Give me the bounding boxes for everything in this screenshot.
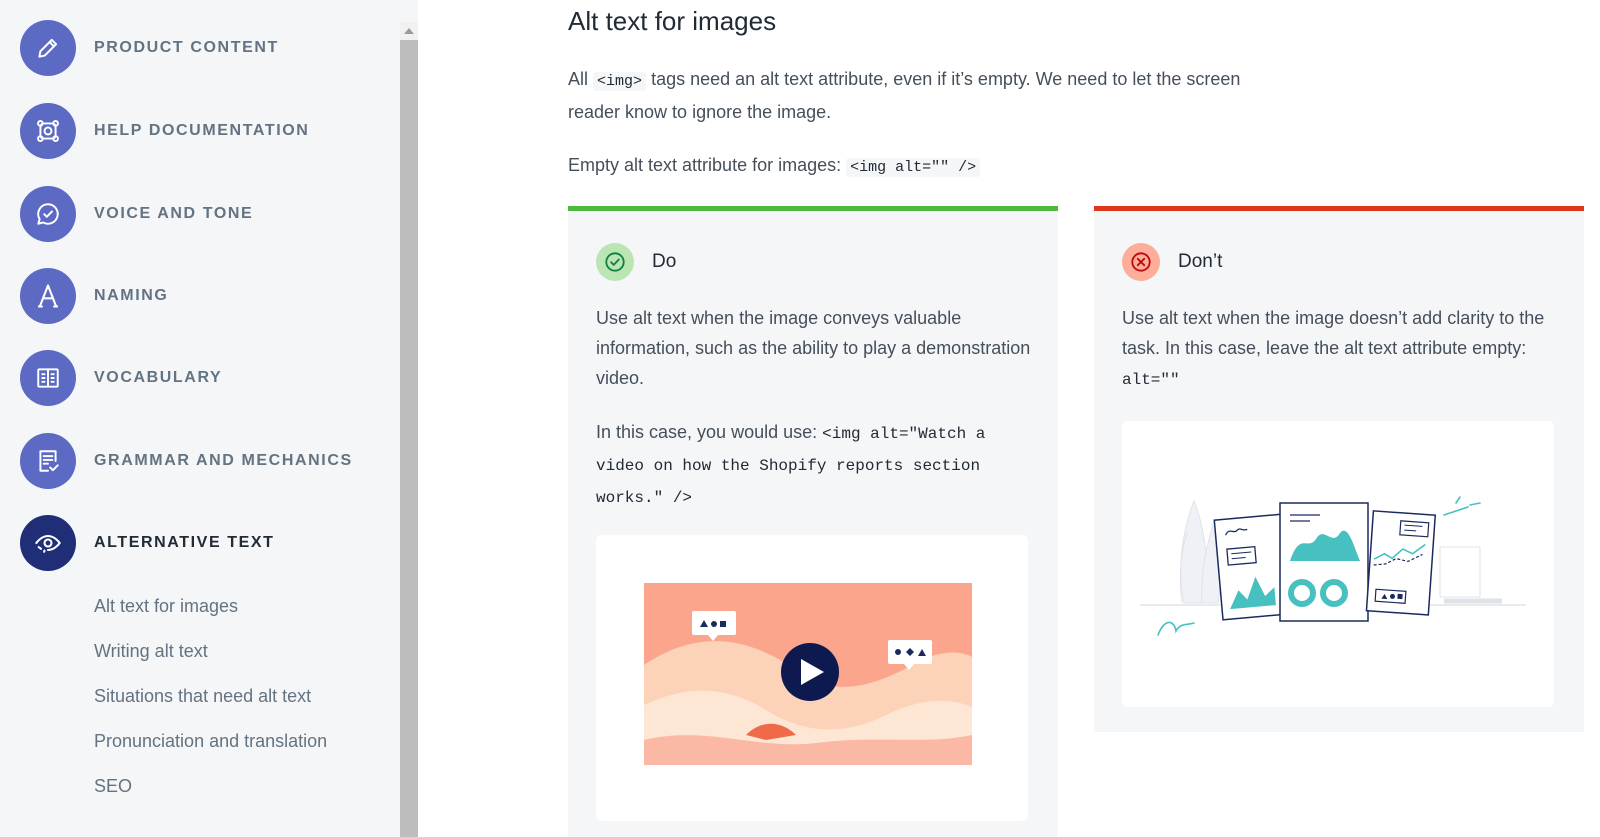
sidebar-item-label: Voice and tone xyxy=(94,205,254,222)
sidebar-item-label: Product content xyxy=(94,39,279,56)
intro-code: <img> xyxy=(593,72,647,91)
checklist-icon xyxy=(20,433,76,489)
dont-label: Don’t xyxy=(1178,251,1223,272)
do-example-prefix: In this case, you would use: xyxy=(596,422,818,442)
subnav-alt-text-for-images[interactable]: Alt text for images xyxy=(94,592,327,637)
do-card: Do Use alt text when the image conveys v… xyxy=(568,206,1058,837)
sidebar-item-help-documentation[interactable]: Help documentation xyxy=(20,103,309,159)
sidebar-item-alternative-text[interactable]: Alternative text xyxy=(20,515,275,571)
sidebar-item-vocabulary[interactable]: Vocabulary xyxy=(20,350,222,406)
sidebar-item-grammar-and-mechanics[interactable]: Grammar and mechanics xyxy=(20,433,353,489)
video-illustration xyxy=(596,535,1028,821)
scroll-up-icon[interactable] xyxy=(404,28,414,34)
do-text: Use alt text when the image conveys valu… xyxy=(596,308,1031,388)
subnav-writing-alt-text[interactable]: Writing alt text xyxy=(94,637,327,682)
sidebar-item-naming[interactable]: Naming xyxy=(20,268,168,324)
sidebar-scrollbar[interactable] xyxy=(400,22,418,837)
sidebar-item-label: Grammar and mechanics xyxy=(94,452,353,469)
scrollbar-thumb[interactable] xyxy=(400,40,418,837)
x-circle-icon xyxy=(1122,243,1160,281)
dont-card: Don’t Use alt text when the image doesn’… xyxy=(1094,206,1584,732)
dont-header: Don’t xyxy=(1122,243,1222,281)
intro-paragraph: All <img> tags need an alt text attribut… xyxy=(568,64,1248,127)
sidebar-item-label: Vocabulary xyxy=(94,369,223,386)
sidebar-item-voice-and-tone[interactable]: Voice and tone xyxy=(20,186,253,242)
chat-check-icon xyxy=(20,186,76,242)
sidebar-item-label: Alternative text xyxy=(94,534,275,551)
book-icon xyxy=(20,350,76,406)
check-circle-icon xyxy=(596,243,634,281)
empty-alt-paragraph: Empty alt text attribute for images: <im… xyxy=(568,150,981,183)
subnav-seo[interactable]: SEO xyxy=(94,772,327,817)
pencil-icon xyxy=(20,20,76,76)
sidebar-item-label: Naming xyxy=(94,287,169,304)
intro-suffix: tags need an alt text attribute, even if… xyxy=(568,69,1241,122)
sidebar-item-label: Help documentation xyxy=(94,122,310,139)
sidebar-item-product-content[interactable]: Product content xyxy=(20,20,279,76)
intro-prefix: All xyxy=(568,69,589,89)
letter-a-icon xyxy=(20,268,76,324)
subnav-situations-that-need-alt-text[interactable]: Situations that need alt text xyxy=(94,682,327,727)
reports-illustration xyxy=(1122,421,1554,707)
subnav-pronunciation-and-translation[interactable]: Pronunciation and translation xyxy=(94,727,327,772)
empty-alt-label: Empty alt text attribute for images: xyxy=(568,155,842,175)
sub-navigation: Alt text for images Writing alt text Sit… xyxy=(94,592,327,817)
do-label: Do xyxy=(652,251,677,272)
dont-text-content: Use alt text when the image doesn’t add … xyxy=(1122,308,1545,358)
lifebuoy-icon xyxy=(20,103,76,159)
empty-alt-code: <img alt="" /> xyxy=(846,158,981,177)
do-example: In this case, you would use: <img alt="W… xyxy=(596,417,1032,513)
main-content: Alt text for images All <img> tags need … xyxy=(418,0,1600,837)
dont-text: Use alt text when the image doesn’t add … xyxy=(1122,303,1558,395)
eye-icon xyxy=(20,515,76,571)
do-body: Use alt text when the image conveys valu… xyxy=(596,303,1032,513)
dont-code: alt="" xyxy=(1122,371,1180,389)
sidebar: Product content Help documentation Voice… xyxy=(0,0,418,837)
do-header: Do xyxy=(596,243,676,281)
section-title: Alt text for images xyxy=(568,6,777,36)
dont-body: Use alt text when the image doesn’t add … xyxy=(1122,303,1558,395)
